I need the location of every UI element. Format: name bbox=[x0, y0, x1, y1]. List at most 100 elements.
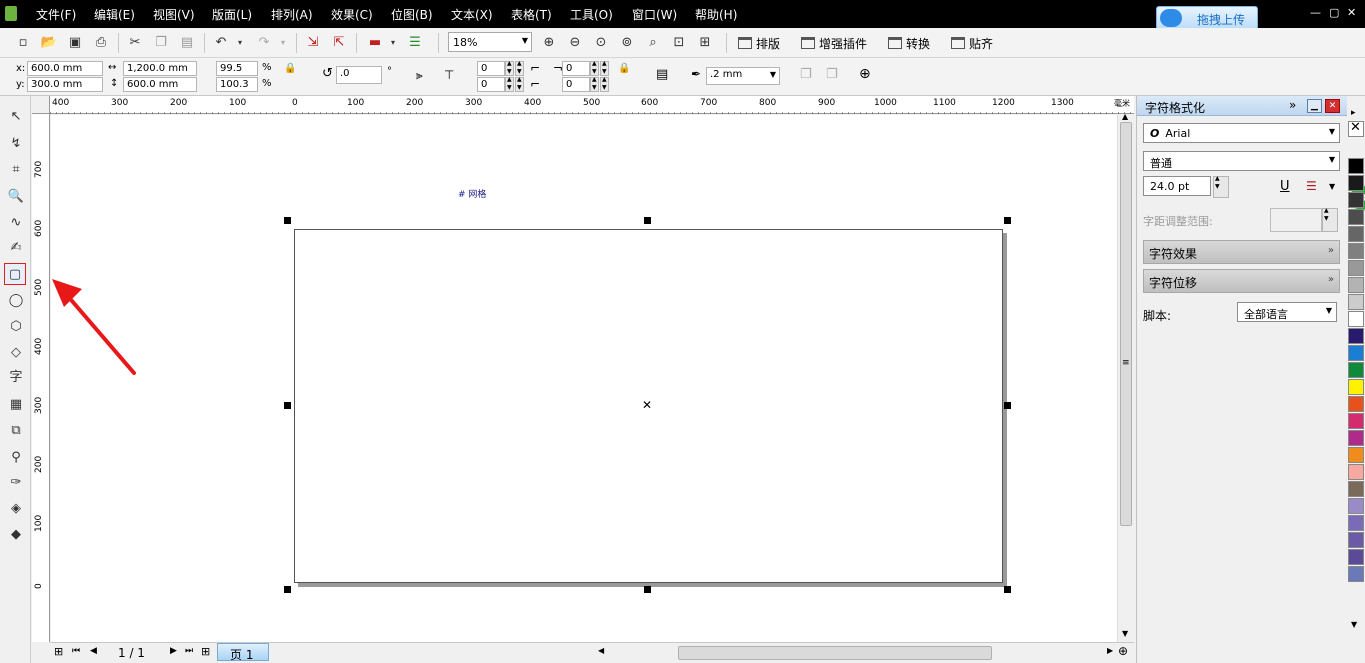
color-swatch[interactable] bbox=[1348, 379, 1364, 395]
color-swatch[interactable] bbox=[1348, 498, 1364, 514]
color-swatch[interactable] bbox=[1348, 277, 1364, 293]
welcome-screen-icon[interactable]: ☰ bbox=[406, 34, 424, 52]
color-swatch[interactable] bbox=[1348, 464, 1364, 480]
corner-bottom-left-spinner-2[interactable] bbox=[515, 76, 524, 92]
redo-icon[interactable]: ↷ bbox=[255, 34, 273, 52]
color-swatch[interactable] bbox=[1348, 311, 1364, 327]
convert-to-curves-icon[interactable]: ⊕ bbox=[859, 66, 871, 82]
last-page-icon[interactable]: ⏭ bbox=[185, 646, 193, 656]
palette-scroll-up-icon[interactable]: ▸ bbox=[1351, 108, 1356, 118]
character-offset-section[interactable]: 字符位移 » bbox=[1143, 269, 1340, 293]
save-icon[interactable]: ▣ bbox=[66, 34, 84, 52]
upload-button[interactable]: 拖拽上传 bbox=[1156, 6, 1258, 30]
corner-top-right-spinner-2[interactable] bbox=[600, 60, 609, 76]
corner-top-left-field[interactable]: 0 bbox=[477, 61, 505, 76]
crop-tool-icon[interactable]: ⌗ bbox=[5, 159, 27, 181]
layout-button[interactable]: 排版 bbox=[738, 35, 780, 52]
minimize-button[interactable]: — bbox=[1310, 6, 1321, 19]
rotation-angle-field[interactable]: .0 bbox=[336, 66, 382, 84]
corner-top-right-field[interactable]: 0 bbox=[562, 61, 590, 76]
export-icon[interactable]: ⇱ bbox=[330, 34, 348, 52]
close-button[interactable]: ✕ bbox=[1347, 6, 1356, 19]
corner-top-left-spinner[interactable] bbox=[505, 60, 514, 76]
zoom-in-icon[interactable]: ⊕ bbox=[540, 34, 558, 52]
color-swatch[interactable] bbox=[1348, 294, 1364, 310]
expand-docker-icon[interactable]: » bbox=[1289, 98, 1296, 112]
palette-scroll-down-icon[interactable]: ▼ bbox=[1351, 620, 1357, 629]
vertical-scrollbar[interactable]: ▲ ≡ ▼ bbox=[1117, 112, 1134, 642]
to-back-icon[interactable]: ❐ bbox=[826, 67, 838, 82]
docker-minimize-button[interactable]: ▁ bbox=[1307, 99, 1322, 113]
interactive-blend-tool-icon[interactable]: ⧉ bbox=[5, 420, 27, 442]
prev-page-icon[interactable]: ◀ bbox=[90, 646, 97, 656]
cut-icon[interactable]: ✂ bbox=[126, 34, 144, 52]
corner-top-left-spinner-2[interactable] bbox=[515, 60, 524, 76]
color-swatch[interactable] bbox=[1348, 226, 1364, 242]
menu-file[interactable]: 文件(F) bbox=[36, 6, 76, 23]
to-front-icon[interactable]: ❐ bbox=[800, 67, 812, 82]
undo-icon[interactable]: ↶ bbox=[212, 34, 230, 52]
ellipse-tool-icon[interactable]: ◯ bbox=[5, 290, 27, 312]
scroll-up-icon[interactable]: ▲ bbox=[1122, 112, 1128, 121]
enhance-plugin-button[interactable]: 增强插件 bbox=[801, 35, 867, 52]
width-field[interactable]: 1,200.0 mm bbox=[123, 61, 197, 76]
y-position-field[interactable]: 300.0 mm bbox=[27, 77, 103, 92]
next-page-icon[interactable]: ▶ bbox=[170, 646, 177, 656]
zoom-page-icon[interactable]: ⌕ bbox=[644, 34, 662, 52]
convert-button[interactable]: 转换 bbox=[888, 35, 930, 52]
zoom-page-width-icon[interactable]: ⊡ bbox=[670, 34, 688, 52]
kerning-spinner[interactable] bbox=[1322, 207, 1338, 232]
zoom-selected-icon[interactable]: ⊙ bbox=[592, 34, 610, 52]
kerning-range-field[interactable] bbox=[1270, 208, 1322, 232]
color-swatch[interactable] bbox=[1348, 328, 1364, 344]
character-effects-section[interactable]: 字符效果 » bbox=[1143, 240, 1340, 264]
zoom-tool-icon[interactable]: 🔍 bbox=[5, 186, 27, 208]
strikethrough-icon[interactable]: ☰ bbox=[1306, 179, 1317, 193]
ruler-origin[interactable] bbox=[32, 96, 50, 114]
fill-tool-icon[interactable]: ◈ bbox=[5, 498, 27, 520]
text-tool-icon[interactable]: 字 bbox=[5, 367, 27, 389]
x-position-field[interactable]: 600.0 mm bbox=[27, 61, 103, 76]
scroll-right-icon[interactable]: ▶ bbox=[1107, 646, 1113, 655]
color-swatch[interactable] bbox=[1348, 396, 1364, 412]
color-swatch[interactable] bbox=[1348, 362, 1364, 378]
undo-dropdown-icon[interactable]: ▾ bbox=[235, 34, 245, 52]
font-family-select[interactable]: O Arial ▼ bbox=[1143, 123, 1340, 143]
menu-view[interactable]: 视图(V) bbox=[153, 6, 195, 23]
menu-text[interactable]: 文本(X) bbox=[451, 6, 493, 23]
menu-help[interactable]: 帮助(H) bbox=[695, 6, 737, 23]
color-swatch[interactable] bbox=[1348, 566, 1364, 582]
corner-bottom-left-field[interactable]: 0 bbox=[477, 77, 505, 92]
color-swatch[interactable] bbox=[1348, 532, 1364, 548]
mirror-horizontal-icon[interactable]: ⫸ bbox=[416, 68, 423, 83]
zoom-page-height-icon[interactable]: ⊞ bbox=[696, 34, 714, 52]
menu-layout[interactable]: 版面(L) bbox=[212, 6, 252, 23]
color-swatch[interactable] bbox=[1348, 430, 1364, 446]
corner-top-right-spinner[interactable] bbox=[590, 60, 599, 76]
corner-bottom-right-spinner-2[interactable] bbox=[600, 76, 609, 92]
color-swatch[interactable] bbox=[1348, 192, 1364, 208]
color-swatch[interactable] bbox=[1348, 209, 1364, 225]
color-swatch[interactable] bbox=[1348, 175, 1364, 191]
polygon-tool-icon[interactable]: ⬡ bbox=[5, 316, 27, 338]
zoom-out-icon[interactable]: ⊖ bbox=[566, 34, 584, 52]
snap-button[interactable]: 贴齐 bbox=[951, 35, 993, 52]
open-folder-icon[interactable]: 📂 bbox=[40, 34, 58, 52]
no-fill-swatch[interactable]: ✕ bbox=[1348, 120, 1364, 137]
scroll-down-icon[interactable]: ▼ bbox=[1122, 629, 1128, 638]
corner-lock-icon[interactable]: 🔒 bbox=[618, 63, 630, 74]
color-swatch[interactable] bbox=[1348, 413, 1364, 429]
chevron-down-icon[interactable]: ▼ bbox=[1329, 182, 1335, 191]
new-document-icon[interactable]: ▫ bbox=[14, 34, 32, 52]
mirror-vertical-icon[interactable]: ⊤ bbox=[444, 68, 454, 82]
navigator-zoom-icon[interactable]: ⊕ bbox=[1118, 644, 1128, 658]
color-swatch[interactable] bbox=[1348, 447, 1364, 463]
add-page-icon[interactable]: ⊞ bbox=[54, 645, 63, 658]
selection-handle[interactable] bbox=[1004, 217, 1011, 224]
page-tab[interactable]: 页 1 bbox=[217, 643, 269, 662]
docker-close-button[interactable]: ✕ bbox=[1325, 99, 1340, 113]
outline-width-select[interactable]: .2 mm ▼ bbox=[706, 67, 780, 85]
menu-effects[interactable]: 效果(C) bbox=[331, 6, 373, 23]
smart-fill-tool-icon[interactable]: ✍ bbox=[5, 237, 27, 259]
selection-handle[interactable] bbox=[284, 586, 291, 593]
